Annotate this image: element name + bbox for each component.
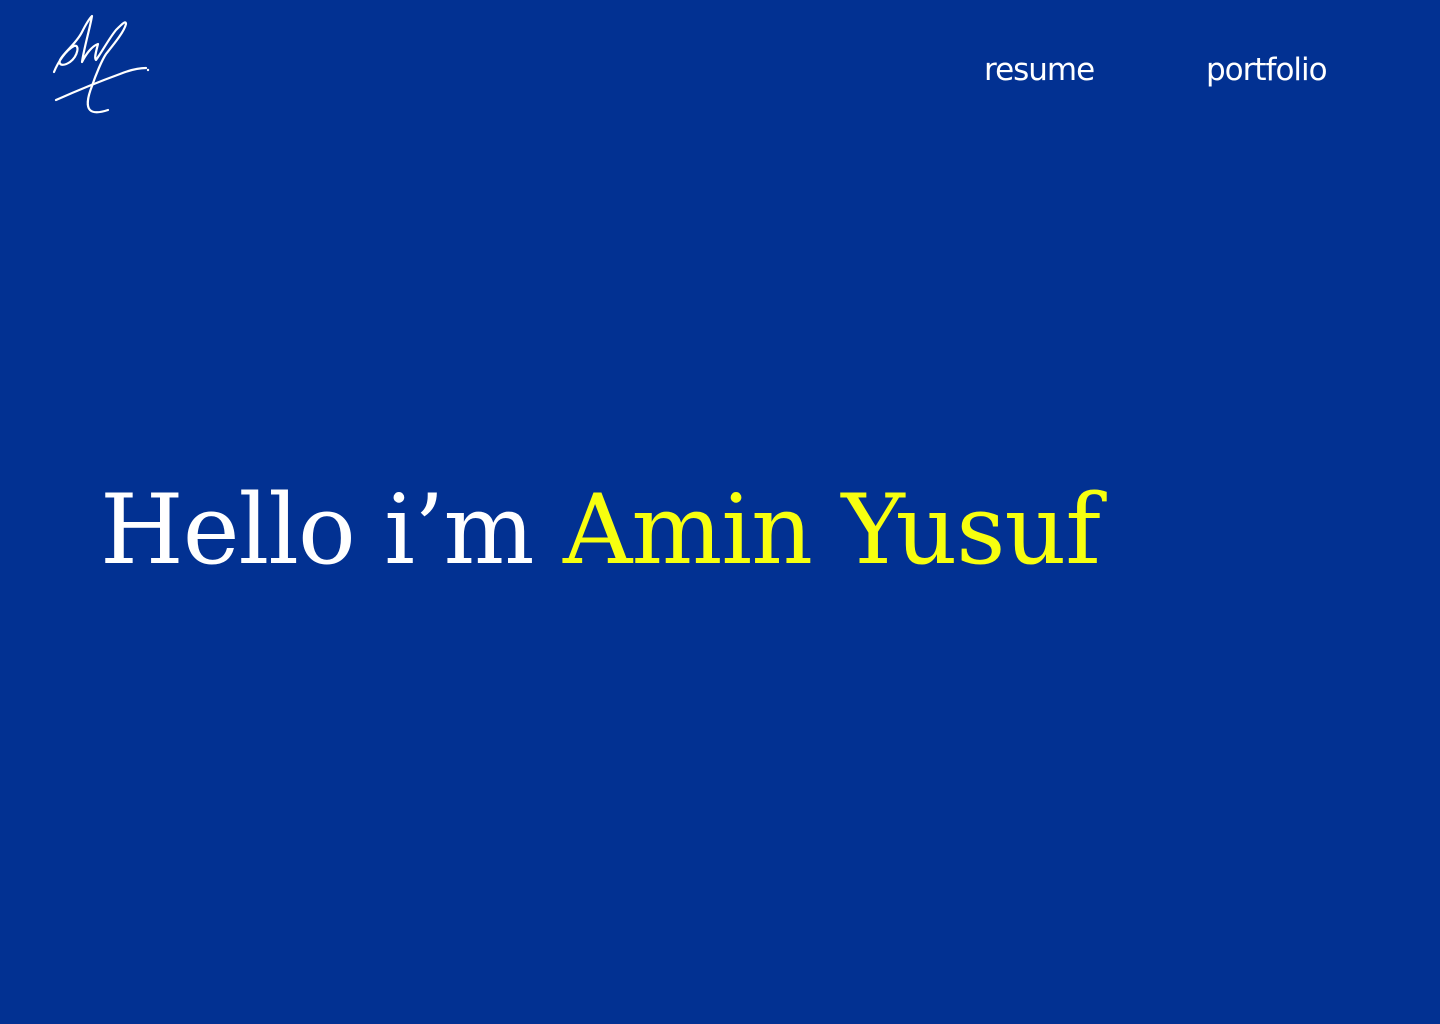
hero-heading: Hello i’m Amin Yusuf: [100, 470, 1101, 590]
hero-greeting: Hello i’m: [100, 474, 534, 586]
landing-page: resume portfolio Hello i’m Amin Yusuf: [0, 0, 1440, 1024]
hero-name: Amin Yusuf: [563, 474, 1101, 586]
nav-link-portfolio[interactable]: portfolio: [1206, 50, 1328, 90]
nav-link-resume[interactable]: resume: [984, 50, 1095, 90]
top-nav: resume portfolio: [0, 50, 1440, 94]
